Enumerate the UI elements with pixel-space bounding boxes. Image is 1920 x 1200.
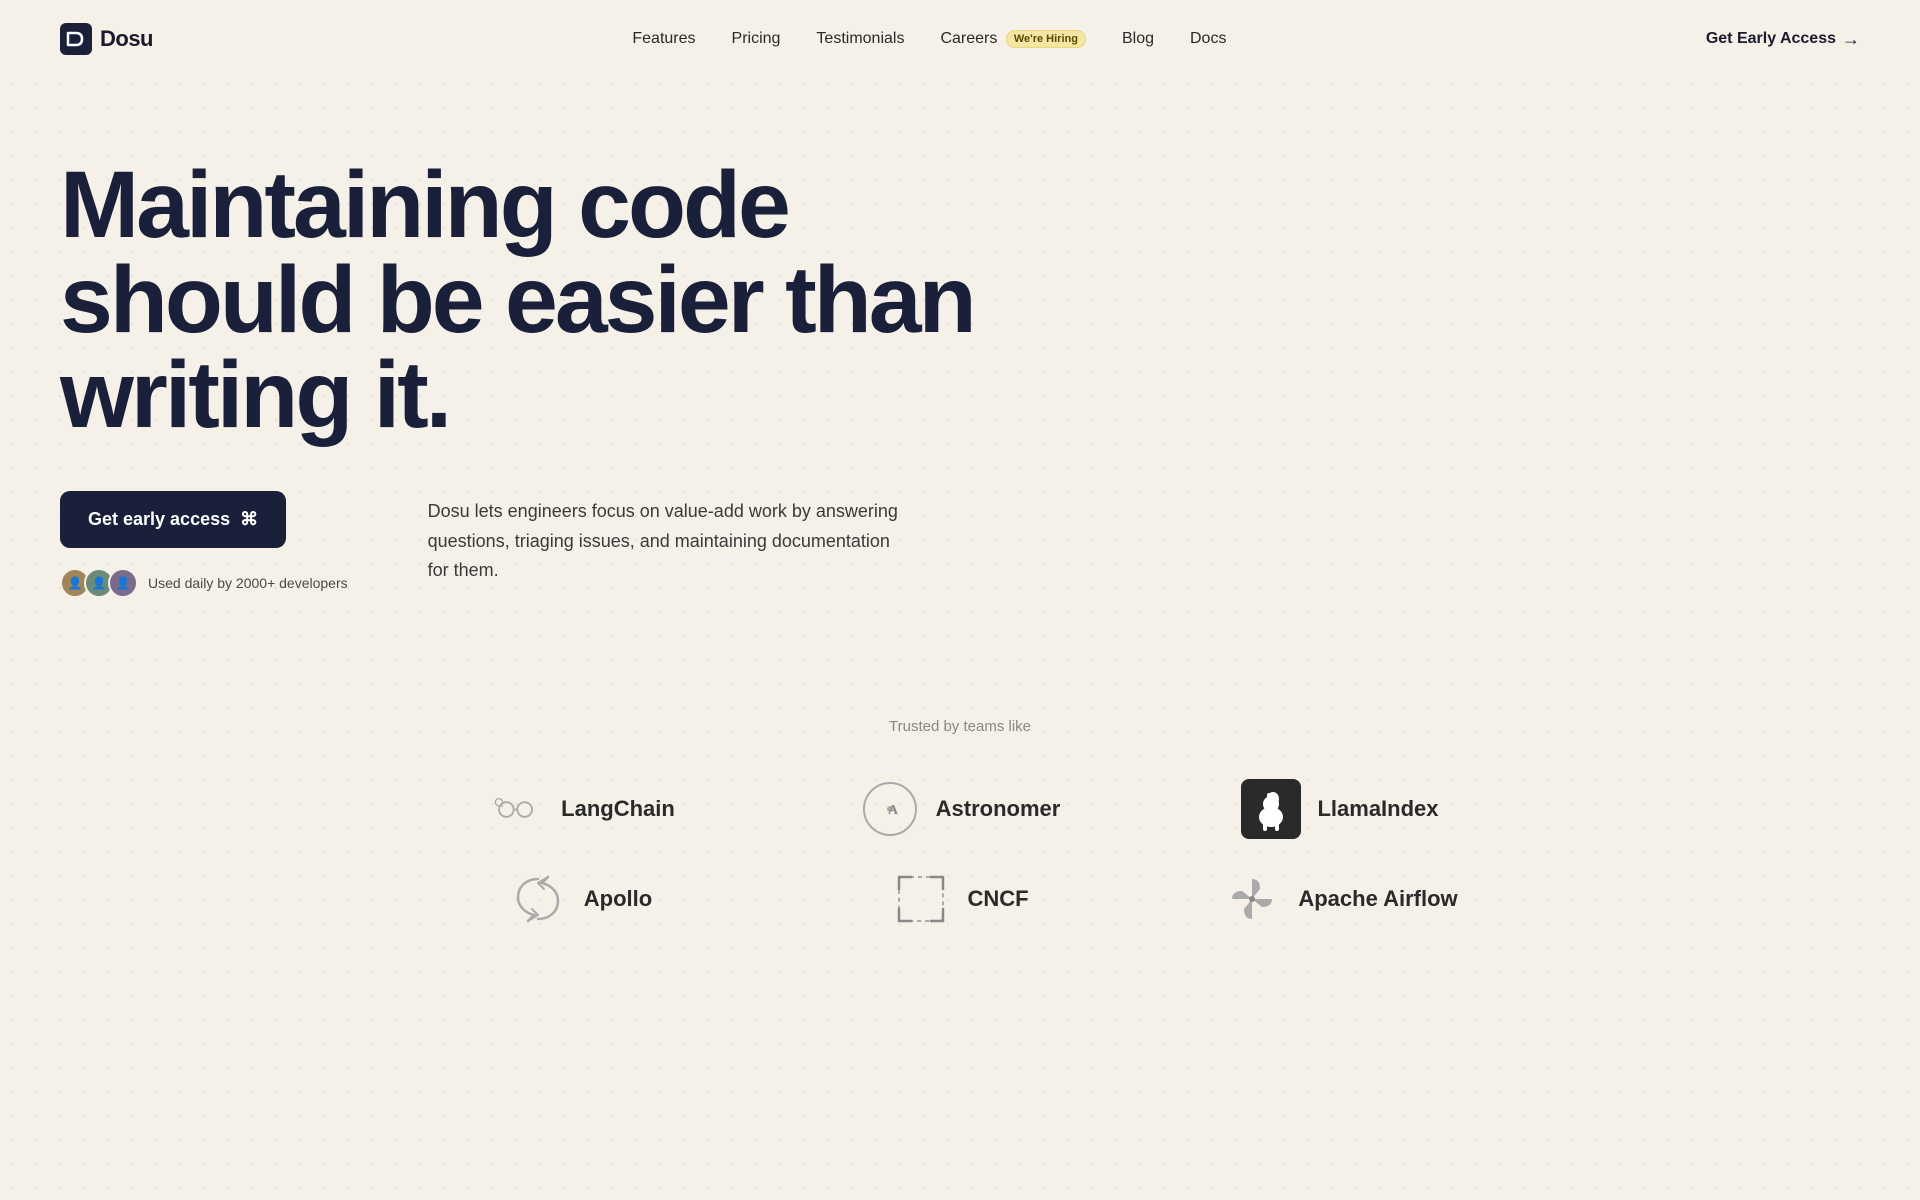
arrow-icon: →: [1842, 29, 1860, 50]
langchain-logo: [485, 779, 545, 839]
cncf-logo: [891, 869, 951, 929]
airflow-name: Apache Airflow: [1298, 886, 1457, 912]
logo-text: Dosu: [100, 26, 153, 52]
nav-item-testimonials[interactable]: Testimonials: [816, 30, 904, 47]
hero-bottom: Get early access ⌘ 👤 👤 👤 Used daily by 2…: [60, 491, 1140, 598]
cursor-icon: ⌘: [240, 509, 258, 530]
astronomer-name: Astronomer: [936, 796, 1061, 822]
astronomer-logo: A: [860, 779, 920, 839]
trusted-section: Trusted by teams like LangChain: [0, 658, 1920, 969]
avatar-3: 👤: [108, 568, 138, 598]
llamaindex-logo: [1241, 779, 1301, 839]
hero-description: Dosu lets engineers focus on value-add w…: [428, 491, 908, 586]
get-early-access-button[interactable]: Get early access ⌘: [60, 491, 286, 548]
hero-left: Get early access ⌘ 👤 👤 👤 Used daily by 2…: [60, 491, 348, 598]
apollo-name: Apollo: [584, 886, 652, 912]
company-apollo: Apollo: [410, 869, 750, 929]
company-airflow: Apache Airflow: [1170, 869, 1510, 929]
svg-text:A: A: [888, 803, 899, 818]
nav-links: Features Pricing Testimonials Careers We…: [632, 30, 1226, 48]
hiring-badge: We're Hiring: [1006, 30, 1086, 48]
apollo-logo: [508, 869, 568, 929]
nav-item-blog[interactable]: Blog: [1122, 30, 1154, 47]
navbar: Dosu Features Pricing Testimonials Caree…: [0, 0, 1920, 78]
company-grid: LangChain A Astronomer: [410, 779, 1510, 929]
hero-headline: Maintaining code should be easier than w…: [60, 158, 1060, 443]
company-llamaindex: LlamaIndex: [1170, 779, 1510, 839]
nav-item-docs[interactable]: Docs: [1190, 30, 1226, 47]
airflow-logo: [1222, 869, 1282, 929]
social-proof: 👤 👤 👤 Used daily by 2000+ developers: [60, 568, 348, 598]
company-cncf: CNCF: [790, 869, 1130, 929]
llamaindex-name: LlamaIndex: [1317, 796, 1438, 822]
cncf-name: CNCF: [967, 886, 1028, 912]
nav-item-careers[interactable]: Careers We're Hiring: [940, 30, 1086, 47]
hero-section: Maintaining code should be easier than w…: [0, 78, 1200, 658]
langchain-name: LangChain: [561, 796, 675, 822]
company-langchain: LangChain: [410, 779, 750, 839]
social-proof-text: Used daily by 2000+ developers: [148, 575, 348, 591]
company-astronomer: A Astronomer: [790, 779, 1130, 839]
nav-item-pricing[interactable]: Pricing: [732, 30, 781, 47]
logo-link[interactable]: Dosu: [60, 23, 153, 55]
nav-item-features[interactable]: Features: [632, 30, 695, 47]
logo-icon: [60, 23, 92, 55]
nav-get-early-access[interactable]: Get Early Access →: [1706, 29, 1860, 50]
avatar-group: 👤 👤 👤: [60, 568, 138, 598]
trusted-label: Trusted by teams like: [60, 718, 1860, 735]
